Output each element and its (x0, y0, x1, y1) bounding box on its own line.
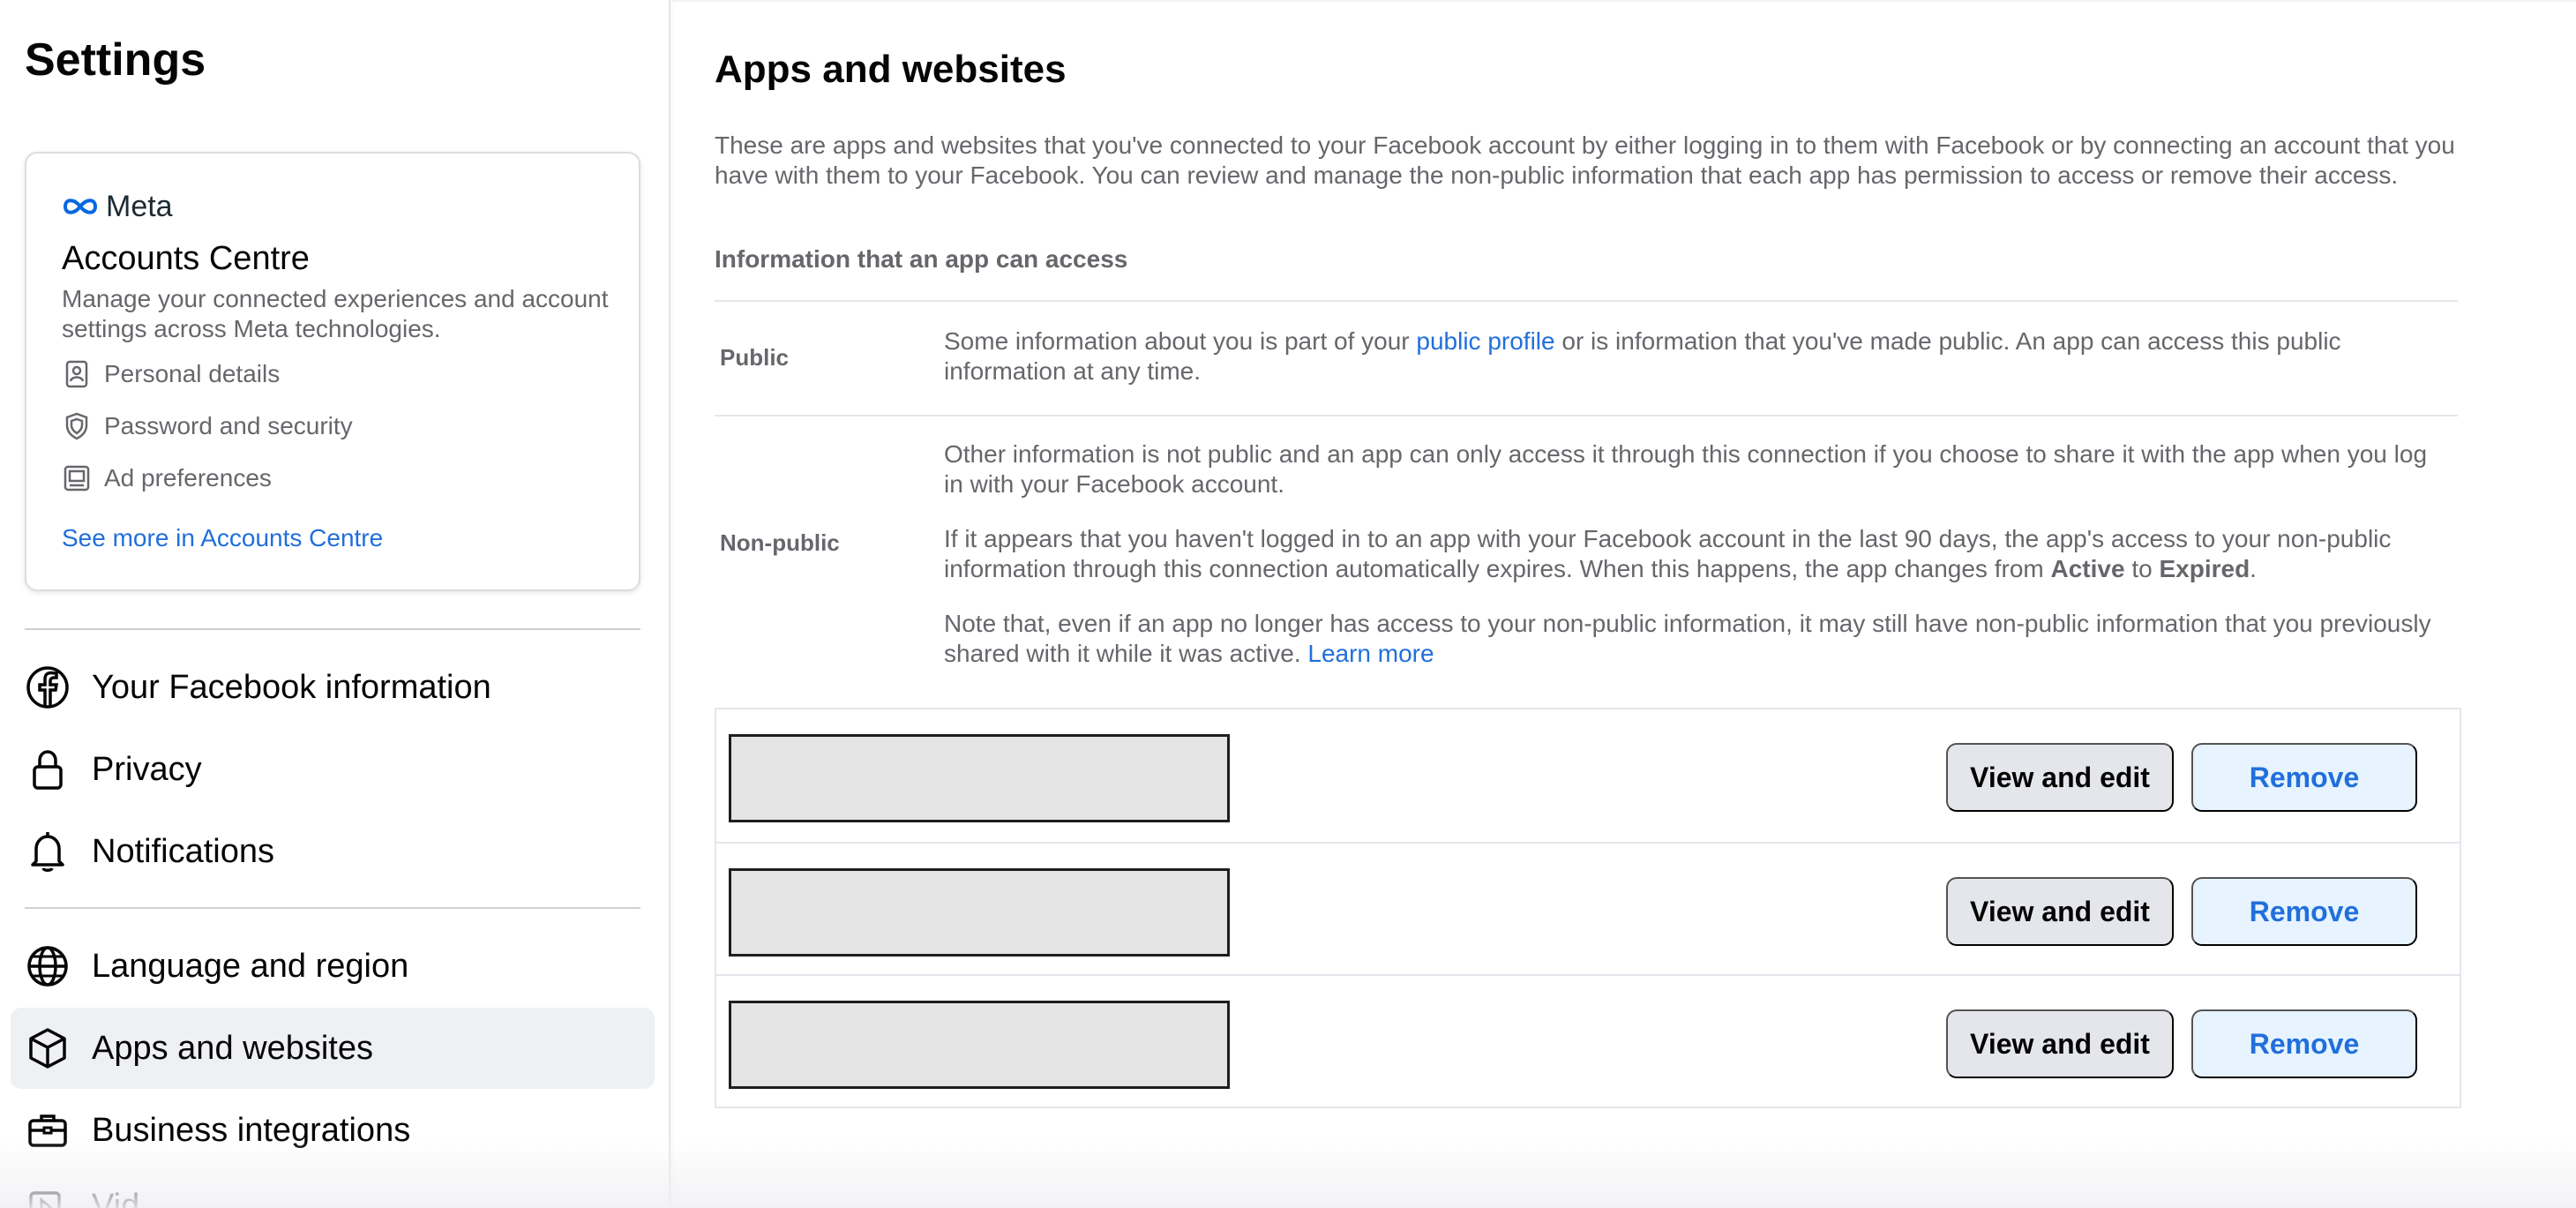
meta-logo: Meta (62, 189, 173, 224)
non-public-paragraph-3: Note that, even if an app no longer has … (944, 609, 2452, 669)
public-row: Public Some information about you is par… (715, 300, 2458, 415)
globe-icon (25, 943, 71, 989)
p2-mid: to (2124, 555, 2160, 582)
ad-preferences-icon (64, 465, 90, 491)
learn-more-link[interactable]: Learn more (1307, 640, 1434, 667)
ad-preferences-label: Ad preferences (104, 464, 272, 491)
sidebar-item-notifications[interactable]: Notifications (11, 811, 655, 892)
list-item: View and edit Remove (716, 974, 2460, 1107)
app-redacted-placeholder (729, 868, 1230, 957)
sidebar-item-language-region[interactable]: Language and region (11, 926, 655, 1007)
accounts-centre-description: Manage your connected experiences and ac… (62, 285, 609, 342)
accounts-centre-card[interactable]: Meta Accounts Centre Manage your connect… (25, 152, 640, 591)
sidebar-item-label: Notifications (92, 832, 274, 870)
status-expired-label: Expired (2159, 555, 2250, 582)
connected-apps-list: View and edit Remove View and edit Remov… (715, 708, 2461, 1108)
non-public-label: Non-public (720, 529, 840, 556)
sidebar-divider (25, 907, 640, 909)
p2-end: . (2250, 555, 2257, 582)
sidebar-item-label: Your Facebook information (92, 668, 491, 706)
app-redacted-placeholder (729, 734, 1230, 822)
public-profile-link[interactable]: public profile (1416, 327, 1554, 355)
id-card-icon (65, 360, 88, 388)
remove-button[interactable]: Remove (2191, 1009, 2417, 1078)
personal-details-label: Personal details (104, 360, 281, 387)
remove-button[interactable]: Remove (2191, 877, 2417, 946)
video-icon (25, 1183, 71, 1208)
non-public-paragraph-2: If it appears that you haven't logged in… (944, 524, 2452, 584)
password-security-label: Password and security (104, 412, 353, 439)
apps-websites-panel: Apps and websites These are apps and web… (672, 0, 2576, 1208)
list-item: View and edit Remove (716, 709, 2460, 842)
accounts-item-personal-details[interactable]: Personal details (62, 356, 280, 392)
lock-icon (25, 747, 71, 792)
shield-icon (65, 412, 88, 440)
cube-icon (25, 1025, 71, 1071)
non-public-row: Non-public Other information is not publ… (715, 415, 2458, 681)
remove-button[interactable]: Remove (2191, 743, 2417, 812)
sidebar-item-your-facebook-information[interactable]: Your Facebook information (11, 647, 655, 728)
non-public-paragraph-1: Other information is not public and an a… (944, 440, 2428, 498)
view-and-edit-button[interactable]: View and edit (1946, 743, 2174, 812)
public-text-before: Some information about you is part of yo… (944, 327, 1417, 355)
accounts-item-ad-preferences[interactable]: Ad preferences (62, 461, 272, 496)
bell-icon (25, 829, 71, 874)
sidebar-item-label: Apps and websites (92, 1029, 373, 1067)
accounts-item-password-security[interactable]: Password and security (62, 409, 353, 444)
meta-infinity-icon (63, 199, 98, 214)
sidebar-item-apps-websites[interactable]: Apps and websites (11, 1008, 655, 1089)
info-heading: Information that an app can access (715, 245, 1128, 273)
list-item: View and edit Remove (716, 842, 2460, 974)
settings-sidebar: Settings Meta Accounts Centre Manage you… (0, 0, 670, 1208)
see-more-accounts-centre-link[interactable]: See more in Accounts Centre (62, 524, 383, 552)
page-title: Apps and websites (715, 48, 1067, 91)
intro-text: These are apps and websites that you've … (715, 131, 2455, 189)
view-and-edit-button[interactable]: View and edit (1946, 1009, 2174, 1078)
sidebar-item-label: Business integrations (92, 1111, 411, 1149)
briefcase-icon (25, 1107, 71, 1153)
p3-text: Note that, even if an app no longer has … (944, 610, 2431, 667)
meta-wordmark: Meta (106, 189, 173, 223)
app-redacted-placeholder (729, 1001, 1230, 1089)
sidebar-item-privacy[interactable]: Privacy (11, 729, 655, 810)
public-label: Public (720, 344, 790, 371)
sidebar-item-videos[interactable]: Vid (11, 1166, 655, 1208)
facebook-icon (25, 664, 71, 710)
view-and-edit-button[interactable]: View and edit (1946, 877, 2174, 946)
sidebar-divider (25, 628, 640, 630)
sidebar-item-label: Language and region (92, 947, 409, 985)
sidebar-item-business-integrations[interactable]: Business integrations (11, 1090, 655, 1171)
sidebar-item-label: Privacy (92, 750, 202, 788)
sidebar-title: Settings (25, 34, 206, 86)
sidebar-item-label: Vid (92, 1187, 140, 1208)
accounts-centre-title: Accounts Centre (62, 240, 310, 277)
public-text: Some information about you is part of yo… (944, 326, 2452, 386)
status-active-label: Active (2050, 555, 2125, 582)
